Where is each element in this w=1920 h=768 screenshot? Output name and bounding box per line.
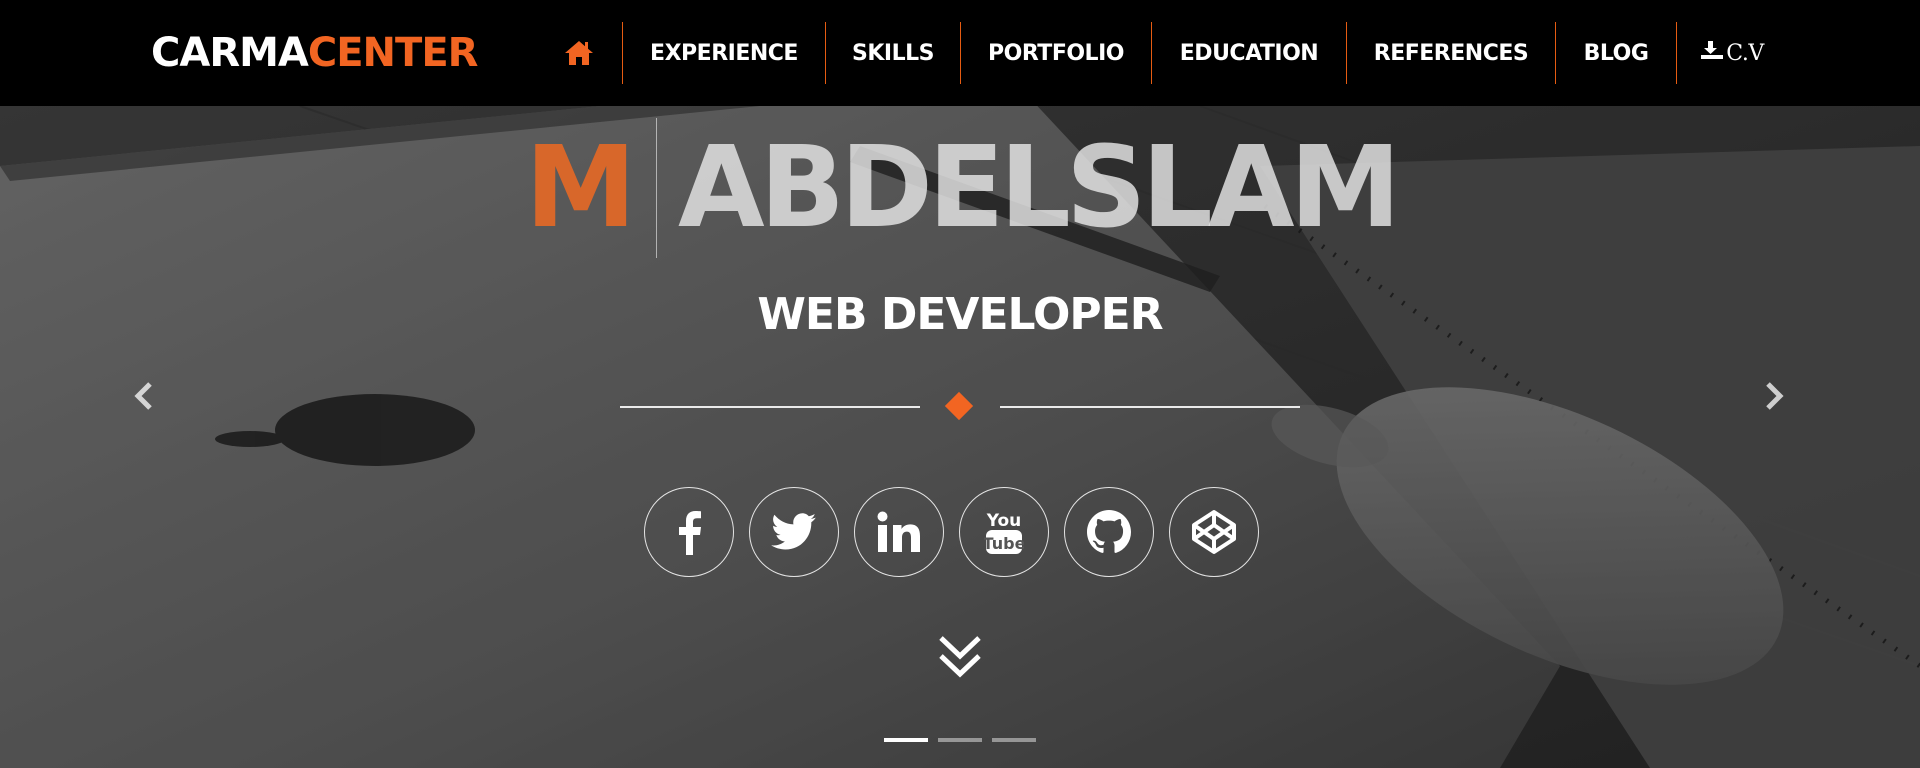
hero-carousel: M ABDELSLAM WEB DEVELOPER You Tube xyxy=(0,106,1920,768)
codepen-icon xyxy=(1192,510,1236,554)
title-name: ABDELSLAM xyxy=(678,123,1401,253)
hero-subtitle: WEB DEVELOPER xyxy=(757,289,1163,340)
download-icon xyxy=(1700,40,1724,66)
svg-text:Tube: Tube xyxy=(984,534,1024,553)
ornament-line-left xyxy=(620,406,920,408)
nav-home[interactable] xyxy=(536,22,622,84)
linkedin-link[interactable] xyxy=(854,487,944,577)
github-icon xyxy=(1087,510,1131,553)
carousel-indicator[interactable] xyxy=(992,738,1036,742)
twitter-icon xyxy=(771,513,817,550)
brand-text-accent: CENTER xyxy=(307,30,479,76)
brand-logo[interactable]: CARMACENTER xyxy=(151,28,479,78)
chevron-left-icon xyxy=(134,382,152,410)
nav-skills[interactable]: SKILLS xyxy=(826,22,960,84)
home-icon xyxy=(564,40,594,66)
main-nav: EXPERIENCE SKILLS PORTFOLIO EDUCATION RE… xyxy=(536,22,1787,84)
nav-cv-download[interactable]: C.V xyxy=(1677,22,1787,84)
nav-blog[interactable]: BLOG xyxy=(1556,22,1676,84)
nav-references[interactable]: REFERENCES xyxy=(1347,22,1555,84)
diamond-icon xyxy=(944,391,974,421)
carousel-indicator[interactable] xyxy=(884,738,928,742)
social-links: You Tube xyxy=(644,487,1259,577)
carousel-indicators xyxy=(884,738,1036,742)
hero-title: M ABDELSLAM xyxy=(0,118,1920,258)
twitter-link[interactable] xyxy=(749,487,839,577)
nav-experience[interactable]: EXPERIENCE xyxy=(623,22,825,84)
facebook-icon xyxy=(679,511,701,555)
linkedin-icon xyxy=(877,511,920,552)
cv-label: C.V xyxy=(1726,40,1764,66)
title-divider xyxy=(656,118,657,258)
chevron-right-icon xyxy=(1766,382,1784,410)
title-ornament xyxy=(620,391,1300,422)
brand-text-primary: CARMA xyxy=(151,30,309,76)
title-initial: M xyxy=(525,123,636,253)
carousel-indicator[interactable] xyxy=(938,738,982,742)
ornament-line-right xyxy=(1000,406,1300,408)
youtube-link[interactable]: You Tube xyxy=(959,487,1049,577)
nav-portfolio[interactable]: PORTFOLIO xyxy=(961,22,1151,84)
carousel-next-button[interactable] xyxy=(1760,376,1790,416)
facebook-link[interactable] xyxy=(644,487,734,577)
carousel-prev-button[interactable] xyxy=(128,376,158,416)
nav-education[interactable]: EDUCATION xyxy=(1152,22,1346,84)
codepen-link[interactable] xyxy=(1169,487,1259,577)
scroll-down-button[interactable] xyxy=(937,634,983,680)
top-navbar: CARMACENTER EXPERIENCE SKILLS PORTFOLIO … xyxy=(0,0,1920,106)
youtube-icon: You Tube xyxy=(984,511,1024,554)
github-link[interactable] xyxy=(1064,487,1154,577)
double-chevron-down-icon xyxy=(939,636,981,678)
svg-text:You: You xyxy=(986,511,1022,531)
